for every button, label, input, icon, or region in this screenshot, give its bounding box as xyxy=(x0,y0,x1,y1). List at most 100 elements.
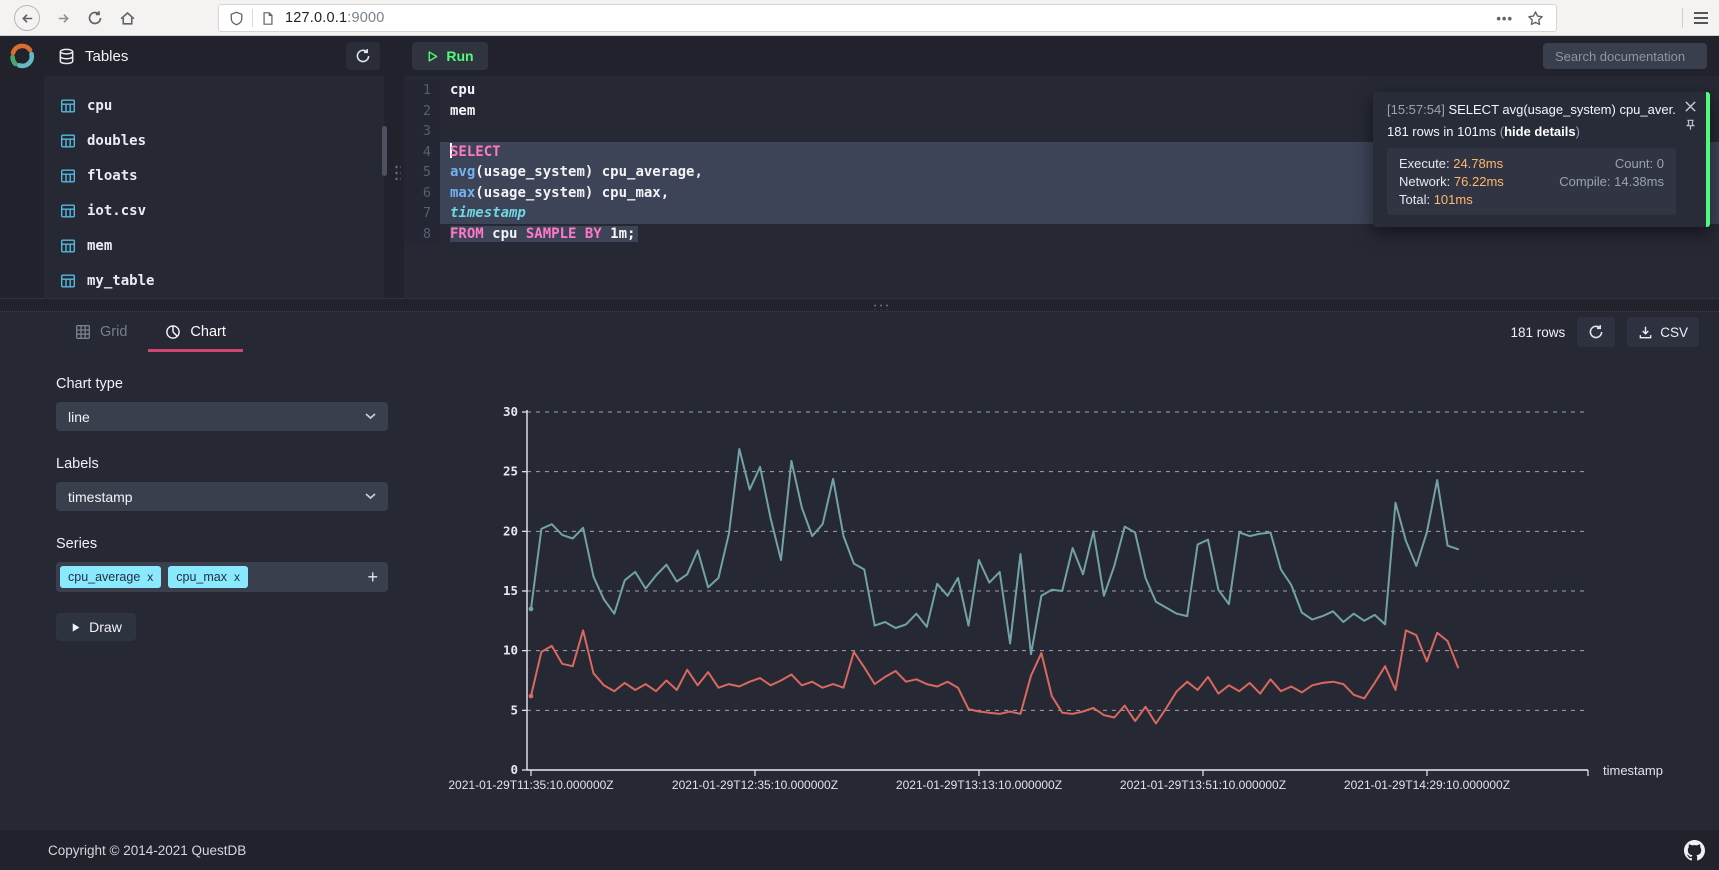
browser-home-button[interactable] xyxy=(114,5,140,31)
series-label: Series xyxy=(56,536,388,552)
metric-execute: Execute: 24.78ms xyxy=(1399,156,1504,171)
svg-text:10: 10 xyxy=(503,643,518,658)
table-name: floats xyxy=(87,168,138,184)
app-toolbar: Tables Run xyxy=(0,36,1719,76)
svg-text:2021-01-29T13:51:10.000000Z: 2021-01-29T13:51:10.000000Z xyxy=(1120,778,1286,792)
series-tag-cpu_max[interactable]: cpu_maxx xyxy=(168,566,248,588)
series-input[interactable]: cpu_averagex cpu_maxx + xyxy=(56,562,388,592)
copyright-text: Copyright © 2014-2021 QuestDB xyxy=(48,843,246,858)
run-query-button[interactable]: Run xyxy=(412,42,488,70)
browser-reload-button[interactable] xyxy=(82,5,108,31)
notification-summary: 181 rows in 101ms (hide details) xyxy=(1387,124,1676,139)
labels-select[interactable]: timestamp xyxy=(56,482,388,511)
page-actions-ellipsis-icon[interactable]: ••• xyxy=(1496,11,1513,26)
line-number: 2 xyxy=(404,101,440,122)
download-icon xyxy=(1638,325,1653,340)
hamburger-icon xyxy=(1693,11,1709,25)
table-item-my_table[interactable]: my_table xyxy=(44,263,384,298)
line-number: 5 xyxy=(404,162,440,183)
shield-icon[interactable] xyxy=(229,11,244,26)
download-csv-button[interactable]: CSV xyxy=(1627,317,1699,347)
refresh-results-button[interactable] xyxy=(1577,317,1615,347)
tab-grid[interactable]: Grid xyxy=(56,312,146,352)
github-link[interactable] xyxy=(1684,840,1705,861)
table-item-doubles[interactable]: doubles xyxy=(44,123,384,158)
chart-type-select[interactable]: line xyxy=(56,402,388,431)
svg-text:15: 15 xyxy=(503,583,518,598)
close-icon[interactable] xyxy=(1684,100,1697,113)
svg-text:2021-01-29T13:13:10.000000Z: 2021-01-29T13:13:10.000000Z xyxy=(896,778,1062,792)
chart-type-value: line xyxy=(68,409,90,425)
table-item-mem[interactable]: mem xyxy=(44,228,384,263)
svg-text:2021-01-29T12:35:10.000000Z: 2021-01-29T12:35:10.000000Z xyxy=(672,778,838,792)
table-item-floats[interactable]: floats xyxy=(44,158,384,193)
query-metrics-box: Execute: 24.78ms Network: 76.22ms Total:… xyxy=(1387,148,1676,215)
reload-icon xyxy=(87,10,103,26)
metric-count: Count: 0 xyxy=(1559,156,1664,171)
svg-text:2021-01-29T14:29:10.000000Z: 2021-01-29T14:29:10.000000Z xyxy=(1344,778,1510,792)
browser-menu-button[interactable] xyxy=(1688,5,1714,31)
pin-icon[interactable] xyxy=(1684,118,1697,132)
refresh-icon xyxy=(1588,324,1604,340)
tables-panel-header: Tables xyxy=(44,36,388,76)
tab-chart[interactable]: Chart xyxy=(146,312,244,352)
browser-back-button[interactable] xyxy=(14,5,40,31)
divider xyxy=(1682,8,1683,28)
horizontal-splitter-handle[interactable] xyxy=(872,303,890,310)
refresh-tables-button[interactable] xyxy=(346,42,380,70)
table-icon xyxy=(60,168,76,184)
paren: ) xyxy=(1576,124,1580,139)
remove-series-icon[interactable]: x xyxy=(147,570,153,584)
tables-panel-title: Tables xyxy=(85,48,128,65)
back-arrow-icon xyxy=(20,11,35,26)
chart-controls: Chart type line Labels timestamp Series … xyxy=(56,376,388,641)
row-count: 181 rows xyxy=(1510,325,1565,340)
draw-button-label: Draw xyxy=(89,619,122,635)
table-item-cpu[interactable]: cpu xyxy=(44,88,384,123)
search-documentation-input[interactable] xyxy=(1543,43,1707,69)
table-item-iot.csv[interactable]: iot.csv xyxy=(44,193,384,228)
csv-button-label: CSV xyxy=(1660,325,1688,340)
table-icon xyxy=(60,203,76,219)
tables-list: cpu doubles floats iot.csvmemmy_table xyxy=(44,76,384,298)
svg-text:5: 5 xyxy=(510,702,518,717)
vertical-splitter-handle[interactable] xyxy=(394,164,401,180)
series-tags: cpu_averagex cpu_maxx xyxy=(60,566,248,588)
page-info-icon[interactable] xyxy=(261,11,275,26)
pie-chart-icon xyxy=(165,324,181,340)
metric-total: Total: 101ms xyxy=(1399,192,1504,207)
table-icon xyxy=(60,273,76,289)
series-tag-cpu_average[interactable]: cpu_averagex xyxy=(60,566,161,588)
svg-text:2021-01-29T11:35:10.000000Z: 2021-01-29T11:35:10.000000Z xyxy=(448,778,613,792)
line-number: 3 xyxy=(404,121,440,142)
horizontal-splitter[interactable] xyxy=(0,298,1719,312)
tab-chart-label: Chart xyxy=(190,324,225,340)
svg-text:timestamp: timestamp xyxy=(1603,763,1663,778)
address-bar[interactable]: 127.0.0.1:9000 ••• xyxy=(218,4,1557,32)
svg-text:30: 30 xyxy=(503,404,518,419)
remove-series-icon[interactable]: x xyxy=(234,570,240,584)
line-number: 8 xyxy=(404,224,440,245)
tables-scrollbar[interactable] xyxy=(382,126,387,176)
add-series-button[interactable]: + xyxy=(367,568,378,586)
github-icon xyxy=(1684,840,1705,861)
refresh-icon xyxy=(355,48,371,64)
results-header: Grid Chart 181 rows CSV xyxy=(0,312,1719,352)
hide-details-link[interactable]: hide details xyxy=(1504,124,1576,139)
svg-text:25: 25 xyxy=(503,464,518,479)
chart-type-label: Chart type xyxy=(56,376,388,392)
svg-text:20: 20 xyxy=(503,523,518,538)
svg-text:0: 0 xyxy=(510,762,518,777)
browser-forward-button[interactable] xyxy=(50,5,76,31)
rows-summary: 181 rows in 101ms xyxy=(1387,124,1500,139)
questdb-logo[interactable] xyxy=(0,36,44,76)
play-icon xyxy=(70,622,81,633)
results-body: Chart type line Labels timestamp Series … xyxy=(0,352,1719,830)
table-icon xyxy=(60,238,76,254)
notification-title: [15:57:54] SELECT avg(usage_system) cpu_… xyxy=(1387,102,1676,117)
questdb-console: Tables Run </> cpudoublesfloatsiot.csvme… xyxy=(0,36,1719,870)
draw-button[interactable]: Draw xyxy=(56,613,136,641)
url-host: 127.0.0.1 xyxy=(285,10,347,26)
bookmark-star-icon[interactable] xyxy=(1527,10,1544,27)
table-name: doubles xyxy=(87,133,146,149)
